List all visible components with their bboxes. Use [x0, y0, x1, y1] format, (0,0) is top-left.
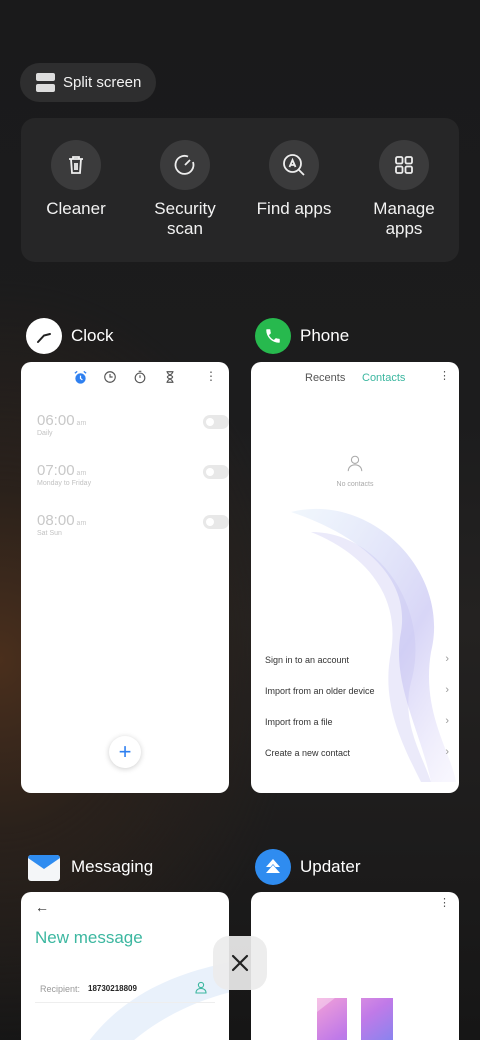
stopwatch-tab-icon[interactable] [133, 370, 147, 389]
alarm-repeat: Sat Sun [37, 530, 62, 537]
clock-app-header[interactable]: Clock [26, 318, 114, 354]
clock-app-icon [26, 318, 62, 354]
security-scan-label: Security scan [154, 199, 216, 238]
alarm-ampm: am [76, 520, 87, 527]
import-device-option[interactable]: Import from an older device › [265, 684, 449, 702]
timer-tab-icon[interactable] [163, 370, 177, 389]
clock-app-name: Clock [71, 326, 114, 345]
sign-in-option[interactable]: Sign in to an account › [265, 653, 449, 671]
updater-app-header[interactable]: Updater [255, 849, 360, 885]
updater-app-card[interactable]: ⋮ [251, 892, 459, 1040]
clock-app-card[interactable]: ⋮ 06:00 am Daily 07:00 am Monday to Friday… [21, 362, 229, 793]
close-icon [231, 954, 249, 972]
option-label: Import from a file [265, 717, 333, 727]
find-apps-label: Find apps [256, 199, 332, 218]
messaging-app-name: Messaging [71, 857, 154, 876]
security-scan-button[interactable]: Security scan [135, 140, 235, 239]
recipient-input[interactable]: 18730218809 [88, 984, 137, 993]
chevron-right-icon: › [445, 653, 449, 665]
alarm-item[interactable]: 08:00 am Sat Sun [37, 512, 229, 552]
messaging-app-header[interactable]: Messaging [26, 849, 153, 885]
add-alarm-button[interactable]: + [109, 736, 141, 768]
find-apps-button[interactable]: Find apps [244, 140, 344, 219]
alarm-ampm: am [76, 420, 87, 427]
divider [35, 1002, 215, 1003]
messaging-app-icon [26, 849, 62, 885]
alarm-time: 08:00 [37, 512, 75, 529]
new-message-title: New message [35, 928, 143, 947]
alarm-repeat: Daily [37, 430, 53, 437]
option-label: Create a new contact [265, 748, 351, 758]
alarm-time: 07:00 [37, 462, 75, 479]
alarm-toggle[interactable] [203, 415, 229, 429]
trash-icon [51, 140, 101, 190]
search-app-icon [269, 140, 319, 190]
alarm-ampm: am [76, 470, 87, 477]
chevron-right-icon: › [445, 715, 449, 727]
no-contacts-label: No contacts [336, 481, 374, 488]
phone-app-name: Phone [300, 326, 350, 345]
updater-more-icon[interactable]: ⋮ [439, 898, 450, 909]
empty-contacts: No contacts [251, 454, 459, 488]
chevron-right-icon: › [445, 684, 449, 696]
gauge-icon [160, 140, 210, 190]
updater-app-icon [255, 849, 291, 885]
option-label: Sign in to an account [265, 655, 350, 665]
split-screen-label: Split screen [63, 74, 142, 91]
quick-actions-panel: Cleaner Security scan Find apps Manage a… [21, 118, 459, 262]
manage-apps-button[interactable]: Manage apps [354, 140, 454, 239]
alarm-repeat: Monday to Friday [37, 480, 92, 487]
updater-app-name: Updater [300, 857, 361, 876]
clock-tab-bar: ⋮ [21, 369, 229, 389]
grid-icon [379, 140, 429, 190]
alarm-item[interactable]: 07:00 am Monday to Friday [37, 462, 229, 502]
create-contact-option[interactable]: Create a new contact › [265, 746, 449, 764]
back-arrow-icon[interactable]: ← [35, 899, 49, 915]
phone-app-header[interactable]: Phone [255, 318, 349, 354]
alarm-toggle[interactable] [203, 515, 229, 529]
clock-more-icon[interactable]: ⋮ [205, 369, 217, 383]
alarm-toggle[interactable] [203, 465, 229, 479]
phone-app-card[interactable]: Recents Contacts ⋮ No contacts Sign in t… [251, 362, 459, 793]
cleaner-label: Cleaner [46, 199, 106, 218]
manage-apps-label: Manage apps [373, 199, 435, 238]
import-file-option[interactable]: Import from a file › [265, 715, 449, 733]
chevron-right-icon: › [445, 746, 449, 758]
miui-11-logo [317, 998, 393, 1040]
recipient-label: Recipient: [40, 984, 81, 994]
alarm-time: 06:00 [37, 412, 75, 429]
messaging-app-card[interactable]: ← New message Recipient: 18730218809 [21, 892, 229, 1040]
option-label: Import from an older device [265, 686, 375, 696]
world-clock-tab-icon[interactable] [103, 370, 117, 389]
phone-more-icon[interactable]: ⋮ [439, 371, 450, 382]
person-icon [347, 455, 363, 472]
split-screen-icon [36, 73, 55, 92]
alarm-tab-icon[interactable] [73, 370, 88, 390]
alarm-item[interactable]: 06:00 am Daily [37, 412, 229, 452]
contact-picker-icon[interactable] [195, 981, 207, 999]
close-all-button[interactable] [213, 936, 267, 990]
cleaner-button[interactable]: Cleaner [26, 140, 126, 219]
split-screen-button[interactable]: Split screen [20, 63, 156, 102]
tab-recents[interactable]: Recents [305, 372, 345, 384]
phone-app-icon [255, 318, 291, 354]
tab-contacts[interactable]: Contacts [362, 372, 405, 384]
